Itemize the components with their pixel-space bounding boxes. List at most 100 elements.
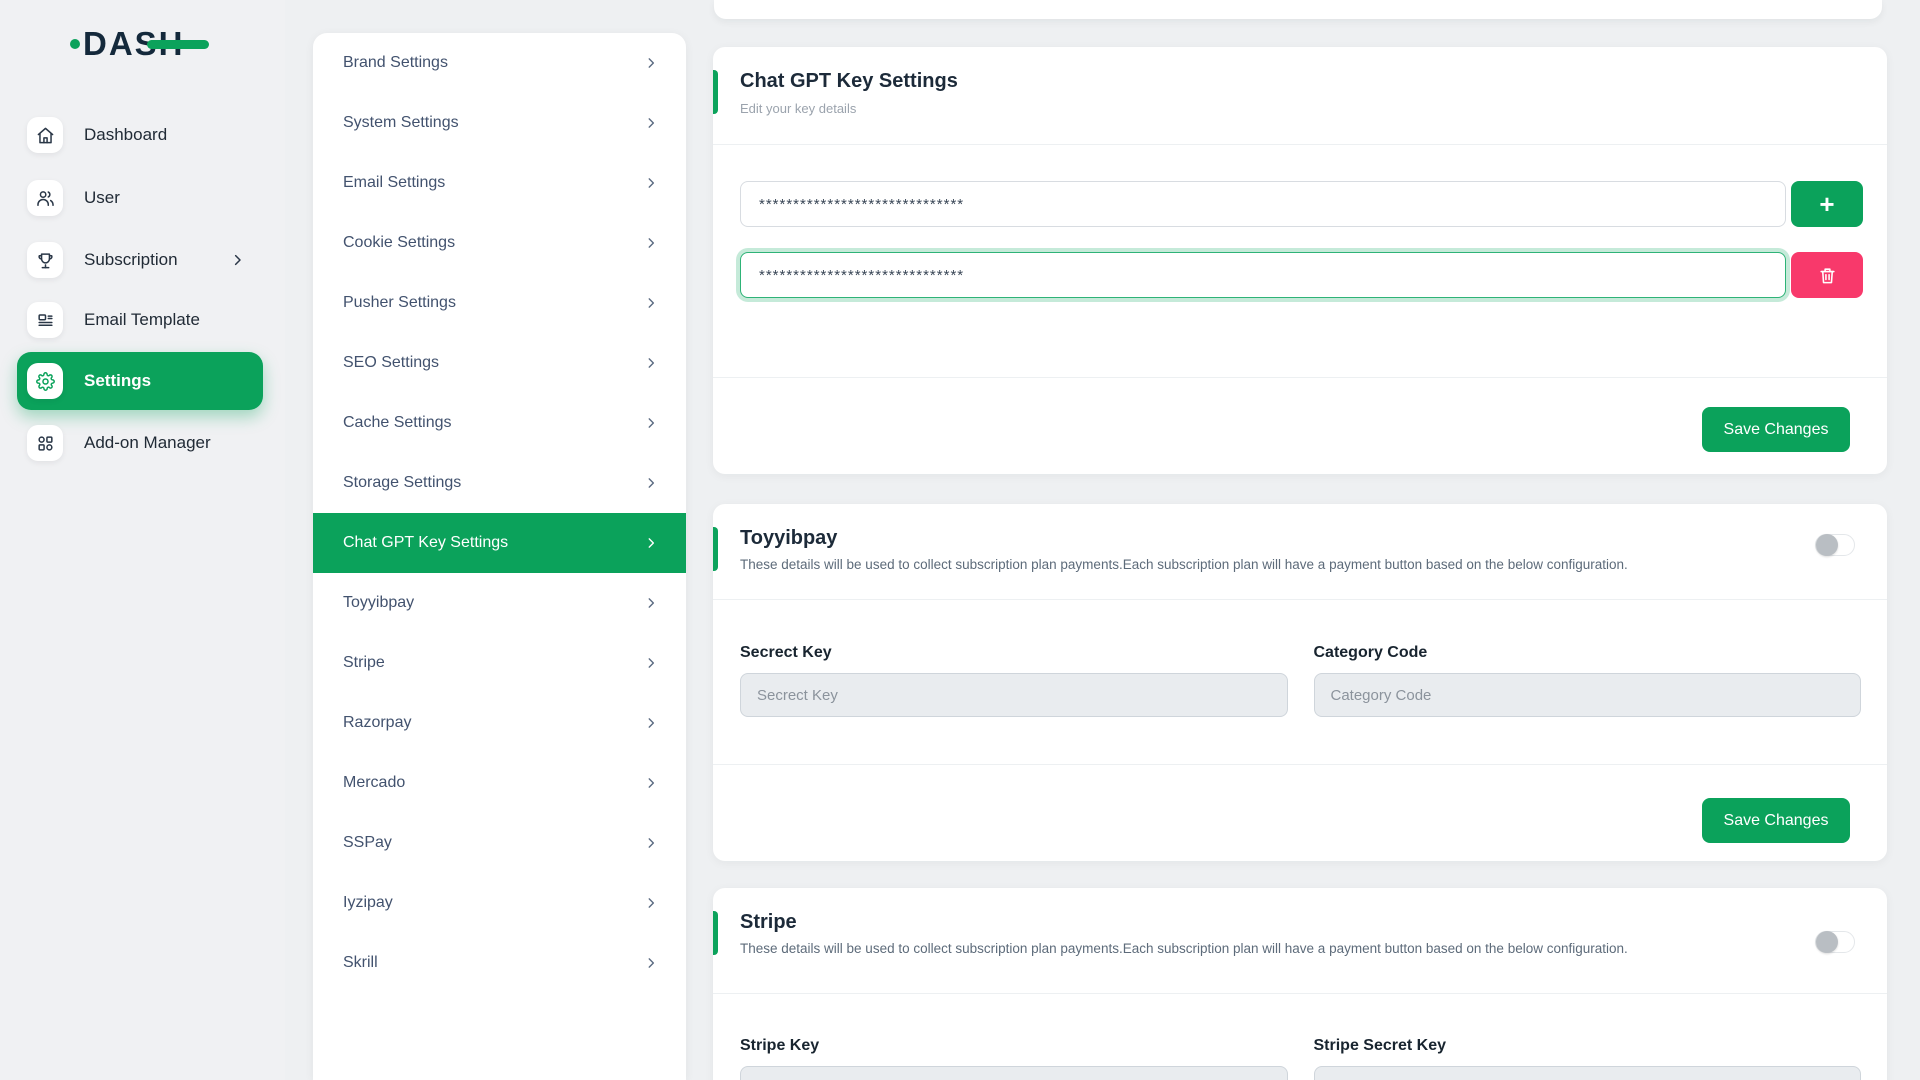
card-footer: Save Changes: [713, 377, 1887, 474]
chevron-right-icon: [644, 896, 658, 910]
toyyibpay-toggle[interactable]: [1815, 534, 1855, 556]
settings-menu-item-label: Chat GPT Key Settings: [343, 534, 644, 552]
settings-menu-item-cache-settings[interactable]: Cache Settings: [313, 393, 686, 453]
logo-dash-icon: [147, 40, 209, 49]
settings-menu-item-skrill[interactable]: Skrill: [313, 933, 686, 993]
stripe-card: Stripe These details will be used to col…: [713, 888, 1887, 1080]
card-title: Stripe: [740, 911, 1827, 934]
field: Category Code: [1314, 644, 1862, 717]
chevron-right-icon: [644, 776, 658, 790]
toggle-knob: [1816, 534, 1838, 556]
dash-logo: DASH: [70, 22, 209, 66]
green-accent-bar: [713, 527, 718, 571]
trash-icon: [1818, 266, 1837, 285]
settings-menu-item-label: Toyyibpay: [343, 594, 644, 612]
key-list: +: [713, 145, 1887, 298]
settings-menu-item-label: Cache Settings: [343, 414, 644, 432]
settings-menu-item-sspay[interactable]: SSPay: [313, 813, 686, 873]
settings-menu-item-razorpay[interactable]: Razorpay: [313, 693, 686, 753]
field: Stripe Secret Key: [1314, 1037, 1862, 1080]
card-header: Chat GPT Key Settings Edit your key deta…: [713, 47, 1887, 145]
chatgpt-key-settings-card: Chat GPT Key Settings Edit your key deta…: [713, 47, 1887, 474]
chevron-right-icon: [644, 596, 658, 610]
chevron-right-icon: [644, 236, 658, 250]
key-row: +: [740, 181, 1863, 227]
sidebar-item-user[interactable]: User: [0, 169, 285, 227]
sidebar-item-add-on-manager[interactable]: Add-on Manager: [0, 414, 285, 472]
settings-menu-item-pusher-settings[interactable]: Pusher Settings: [313, 273, 686, 333]
settings-menu-item-mercado[interactable]: Mercado: [313, 753, 686, 813]
gear-icon: [27, 363, 63, 399]
sidebar-item-subscription[interactable]: Subscription: [0, 231, 285, 289]
field-grid: Stripe Key Stripe Secret Key: [713, 994, 1887, 1080]
app: DASH Dashboard User Subscription Email T…: [0, 0, 1920, 1080]
chevron-right-icon: [644, 656, 658, 670]
settings-menu-item-email-settings[interactable]: Email Settings: [313, 153, 686, 213]
chevron-right-icon: [644, 416, 658, 430]
key-row: [740, 252, 1863, 298]
settings-menu-item-label: Email Settings: [343, 174, 644, 192]
chevron-right-icon: [644, 476, 658, 490]
sidebar-item-email-template[interactable]: Email Template: [0, 291, 285, 349]
chevron-right-icon: [644, 356, 658, 370]
green-accent-bar: [713, 911, 718, 955]
settings-menu-item-toyyibpay[interactable]: Toyyibpay: [313, 573, 686, 633]
settings-menu-item-label: Stripe: [343, 654, 644, 672]
settings-menu-item-label: SSPay: [343, 834, 644, 852]
settings-menu-item-cookie-settings[interactable]: Cookie Settings: [313, 213, 686, 273]
chevron-right-icon: [644, 296, 658, 310]
chevron-right-icon: [644, 536, 658, 550]
settings-menu-item-iyzipay[interactable]: Iyzipay: [313, 873, 686, 933]
template-icon: [27, 302, 63, 338]
secret-key-input[interactable]: [740, 673, 1288, 717]
green-accent-bar: [713, 70, 718, 114]
save-changes-button[interactable]: Save Changes: [1702, 407, 1850, 452]
sidebar-item-label: Settings: [84, 371, 151, 391]
trophy-icon: [27, 242, 63, 278]
home-icon: [27, 117, 63, 153]
stripe-toggle[interactable]: [1815, 931, 1855, 953]
field-label: Secrect Key: [740, 644, 1288, 662]
field: Stripe Key: [740, 1037, 1288, 1080]
card-description: These details will be used to collect su…: [740, 941, 1827, 956]
card-title: Chat GPT Key Settings: [740, 70, 1827, 93]
save-changes-button[interactable]: Save Changes: [1702, 798, 1850, 843]
sidebar-item-settings[interactable]: Settings: [17, 352, 263, 410]
field-label: Category Code: [1314, 644, 1862, 662]
settings-menu-item-system-settings[interactable]: System Settings: [313, 93, 686, 153]
sidebar-item-label: Dashboard: [84, 125, 167, 145]
delete-key-button[interactable]: [1791, 252, 1863, 298]
settings-menu-item-seo-settings[interactable]: SEO Settings: [313, 333, 686, 393]
previous-card-fragment: [714, 0, 1882, 19]
card-header: Toyyibpay These details will be used to …: [713, 504, 1887, 600]
grid-icon: [27, 425, 63, 461]
sidebar-item-label: User: [84, 188, 120, 208]
api-key-input-1[interactable]: [740, 181, 1786, 227]
category-code-input[interactable]: [1314, 673, 1862, 717]
sidebar-item-label: Add-on Manager: [84, 433, 211, 453]
plus-icon: +: [1819, 191, 1834, 217]
stripe-secret-key-input[interactable]: [1314, 1066, 1862, 1080]
card-footer: Save Changes: [713, 764, 1887, 861]
chevron-right-icon: [644, 956, 658, 970]
settings-menu-item-label: Storage Settings: [343, 474, 644, 492]
settings-menu-item-storage-settings[interactable]: Storage Settings: [313, 453, 686, 513]
users-icon: [27, 180, 63, 216]
field-grid: Secrect Key Category Code: [713, 600, 1887, 717]
field-label: Stripe Secret Key: [1314, 1037, 1862, 1055]
settings-menu-item-stripe[interactable]: Stripe: [313, 633, 686, 693]
sidebar: DASH Dashboard User Subscription Email T…: [0, 0, 285, 1080]
add-key-button[interactable]: +: [1791, 181, 1863, 227]
settings-menu-item-chat-gpt-key-settings[interactable]: Chat GPT Key Settings: [313, 513, 686, 573]
toggle-knob: [1816, 931, 1838, 953]
settings-menu-panel: Brand Settings System Settings Email Set…: [313, 33, 686, 1080]
sidebar-item-dashboard[interactable]: Dashboard: [0, 106, 285, 164]
stripe-key-input[interactable]: [740, 1066, 1288, 1080]
sidebar-item-label: Subscription: [84, 250, 178, 270]
settings-menu-item-brand-settings[interactable]: Brand Settings: [313, 33, 686, 93]
settings-menu-item-label: Iyzipay: [343, 894, 644, 912]
api-key-input-2[interactable]: [740, 252, 1786, 298]
settings-menu-item-label: Cookie Settings: [343, 234, 644, 252]
settings-menu-item-label: SEO Settings: [343, 354, 644, 372]
settings-menu-item-label: Mercado: [343, 774, 644, 792]
